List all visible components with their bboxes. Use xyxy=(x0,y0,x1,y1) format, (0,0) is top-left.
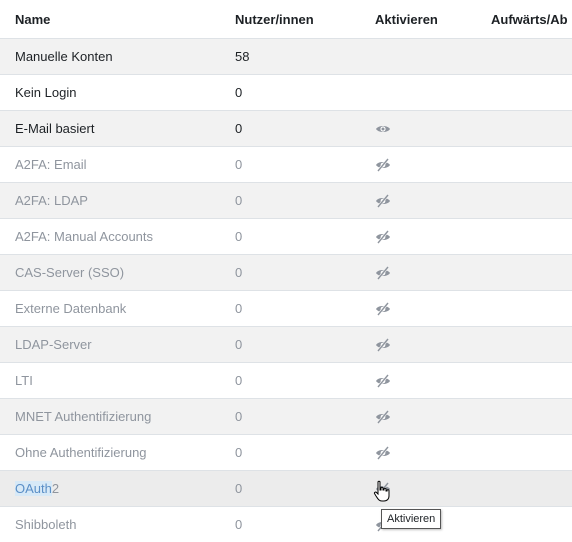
plugin-name: LTI xyxy=(15,373,33,388)
eye-slash-icon[interactable] xyxy=(375,265,391,281)
table-row: LDAP-Server 0 xyxy=(0,326,572,362)
enable-toggle[interactable] xyxy=(375,327,391,362)
user-count: 0 xyxy=(235,301,243,316)
table-row: Externe Datenbank 0 xyxy=(0,290,572,326)
plugin-name: Ohne Authentifizierung xyxy=(15,445,147,460)
table-row: Ohne Authentifizierung 0 xyxy=(0,434,572,470)
user-count: 58 xyxy=(235,49,250,64)
hand-pointer-cursor-icon xyxy=(373,480,390,502)
user-count: 0 xyxy=(235,481,243,496)
search-highlight: OAuth xyxy=(15,481,52,496)
eye-icon[interactable] xyxy=(375,121,391,137)
user-count: 0 xyxy=(235,193,243,208)
plugin-name: CAS-Server (SSO) xyxy=(15,265,125,280)
eye-slash-icon[interactable] xyxy=(375,193,391,209)
plugin-name: MNET Authentifizierung xyxy=(15,409,152,424)
plugin-name: Manuelle Konten xyxy=(15,49,113,64)
disable-toggle[interactable] xyxy=(375,111,391,146)
table-row: A2FA: Email 0 xyxy=(0,146,572,182)
eye-slash-icon[interactable] xyxy=(375,409,391,425)
user-count: 0 xyxy=(235,157,243,172)
eye-slash-icon[interactable] xyxy=(375,373,391,389)
plugin-name: Kein Login xyxy=(15,85,77,100)
enable-toggle[interactable] xyxy=(375,399,391,434)
column-header-users[interactable]: Nutzer/innen xyxy=(235,0,314,38)
user-count: 0 xyxy=(235,409,243,424)
user-count: 0 xyxy=(235,337,243,352)
plugin-name: Externe Datenbank xyxy=(15,301,127,316)
enable-toggle[interactable] xyxy=(375,363,391,398)
column-header-enable: Aktivieren xyxy=(375,11,438,27)
user-count: 0 xyxy=(235,445,243,460)
auth-plugins-table: Name Nutzer/innen Aktivieren Aufwärts/Ab… xyxy=(0,0,572,542)
eye-slash-icon[interactable] xyxy=(375,445,391,461)
table-row: A2FA: Manual Accounts 0 xyxy=(0,218,572,254)
eye-slash-icon[interactable] xyxy=(375,157,391,173)
eye-slash-icon[interactable] xyxy=(375,229,391,245)
table-row: E-Mail basiert 0 xyxy=(0,110,572,146)
plugin-name: A2FA: Manual Accounts xyxy=(15,229,154,244)
enable-toggle[interactable] xyxy=(375,291,391,326)
eye-slash-icon[interactable] xyxy=(375,337,391,353)
enable-toggle[interactable] xyxy=(375,435,391,470)
plugin-name-rest: 2 xyxy=(51,481,60,496)
table-row: A2FA: LDAP 0 xyxy=(0,182,572,218)
plugin-name: A2FA: LDAP xyxy=(15,193,88,208)
eye-slash-icon[interactable] xyxy=(375,301,391,317)
table-row: OAuth 2 0 xyxy=(0,470,572,506)
table-row: Manuelle Konten 58 xyxy=(0,38,572,74)
column-header-name[interactable]: Name xyxy=(15,0,50,38)
user-count: 0 xyxy=(235,85,243,100)
table-header-row: Name Nutzer/innen Aktivieren Aufwärts/Ab xyxy=(0,0,572,38)
user-count: 0 xyxy=(235,265,243,280)
tooltip: Aktivieren xyxy=(381,509,442,529)
table-row: Kein Login 0 xyxy=(0,74,572,110)
table-row: CAS-Server (SSO) 0 xyxy=(0,254,572,290)
user-count: 0 xyxy=(235,121,243,136)
plugin-name: E-Mail basiert xyxy=(15,121,95,136)
enable-toggle[interactable] xyxy=(375,147,391,182)
table-row: MNET Authentifizierung 0 xyxy=(0,398,572,434)
user-count: 0 xyxy=(235,373,243,388)
enable-toggle[interactable] xyxy=(375,183,391,218)
enable-toggle[interactable] xyxy=(375,255,391,290)
enable-toggle[interactable] xyxy=(375,219,391,254)
column-header-updown: Aufwärts/Ab xyxy=(491,11,568,27)
plugin-name: LDAP-Server xyxy=(15,337,92,352)
table-row: LTI 0 xyxy=(0,362,572,398)
plugin-name: A2FA: Email xyxy=(15,157,87,172)
plugin-name: OAuth 2 xyxy=(15,471,59,506)
user-count: 0 xyxy=(235,229,243,244)
